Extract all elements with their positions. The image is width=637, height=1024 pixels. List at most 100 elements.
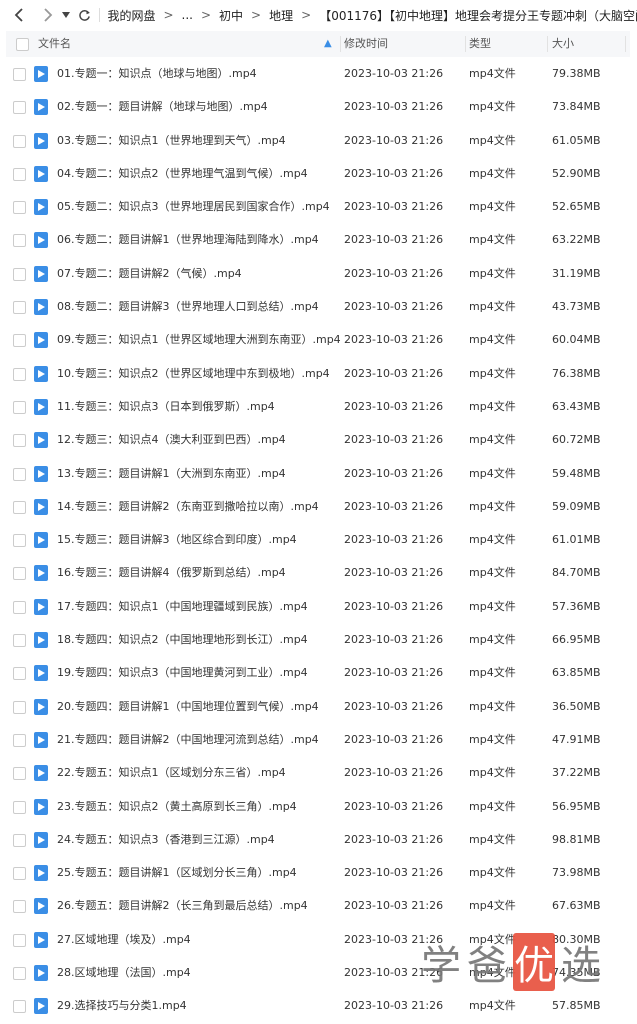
file-name[interactable]: 22.专题五：知识点1（区域划分东三省）.mp4 [57, 756, 286, 789]
file-row[interactable]: 21.专题四：题目讲解2（中国地理河流到总结）.mp4 2023-10-03 21… [6, 723, 630, 756]
file-row[interactable]: 07.专题二：题目讲解2（气候）.mp4 2023-10-03 21:26 mp4文… [6, 257, 630, 290]
file-name[interactable]: 23.专题五：知识点2（黄土高原到长三角）.mp4 [57, 790, 297, 823]
file-row[interactable]: 02.专题一：题目讲解（地球与地图）.mp4 2023-10-03 21:26 mp… [6, 90, 630, 123]
row-checkbox[interactable] [13, 833, 26, 847]
row-checkbox[interactable] [13, 667, 26, 681]
select-all-checkbox[interactable] [16, 38, 29, 51]
file-row[interactable]: 01.专题一：知识点（地球与地图）.mp4 2023-10-03 21:26 mp4… [6, 57, 630, 90]
row-checkbox[interactable] [13, 367, 26, 381]
breadcrumb-ellipsis[interactable]: ... [182, 8, 193, 22]
file-row[interactable]: 25.专题五：题目讲解1（区域划分长三角）.mp4 2023-10-03 21:2… [6, 856, 630, 889]
row-checkbox[interactable] [13, 234, 26, 248]
row-checkbox[interactable] [13, 201, 26, 215]
row-checkbox[interactable] [13, 767, 26, 781]
file-name[interactable]: 18.专题四：知识点2（中国地理地形到长江）.mp4 [57, 623, 308, 656]
column-divider[interactable] [465, 36, 466, 52]
file-row[interactable]: 11.专题三：知识点3（日本到俄罗斯）.mp4 2023-10-03 21:26 m… [6, 390, 630, 423]
file-name[interactable]: 06.专题二：题目讲解1（世界地理海陆到降水）.mp4 [57, 223, 319, 256]
file-name[interactable]: 08.专题二：题目讲解3（世界地理人口到总结）.mp4 [57, 290, 319, 323]
file-name[interactable]: 29.选择技巧与分类1.mp4 [57, 989, 187, 1022]
file-name[interactable]: 04.专题二：知识点2（世界地理气温到气候）.mp4 [57, 157, 308, 190]
file-row[interactable]: 20.专题四：题目讲解1（中国地理位置到气候）.mp4 2023-10-03 21… [6, 690, 630, 723]
file-name[interactable]: 02.专题一：题目讲解（地球与地图）.mp4 [57, 90, 268, 123]
file-row[interactable]: 06.专题二：题目讲解1（世界地理海陆到降水）.mp4 2023-10-03 21… [6, 223, 630, 256]
column-header-modified[interactable]: 修改时间 [344, 31, 388, 57]
row-checkbox[interactable] [13, 101, 26, 115]
file-row[interactable]: 09.专题三：知识点1（世界区域地理大洲到东南亚）.mp4 2023-10-03 … [6, 323, 630, 356]
file-name[interactable]: 20.专题四：题目讲解1（中国地理位置到气候）.mp4 [57, 690, 319, 723]
row-checkbox[interactable] [13, 500, 26, 514]
file-name[interactable]: 01.专题一：知识点（地球与地图）.mp4 [57, 57, 257, 90]
column-header-size[interactable]: 大小 [552, 31, 574, 57]
row-checkbox[interactable] [13, 634, 26, 648]
file-row[interactable]: 04.专题二：知识点2（世界地理气温到气候）.mp4 2023-10-03 21:… [6, 157, 630, 190]
file-name[interactable]: 13.专题三：题目讲解1（大洲到东南亚）.mp4 [57, 457, 286, 490]
file-row[interactable]: 05.专题二：知识点3（世界地理居民到国家合作）.mp4 2023-10-03 2… [6, 190, 630, 223]
file-name[interactable]: 28.区域地理（法国）.mp4 [57, 956, 191, 989]
row-checkbox[interactable] [13, 467, 26, 481]
breadcrumb-root[interactable]: 我的网盘 [107, 7, 155, 24]
file-name[interactable]: 07.专题二：题目讲解2（气候）.mp4 [57, 257, 242, 290]
file-row[interactable]: 17.专题四：知识点1（中国地理疆域到民族）.mp4 2023-10-03 21:… [6, 590, 630, 623]
file-name[interactable]: 09.专题三：知识点1（世界区域地理大洲到东南亚）.mp4 [57, 323, 341, 356]
history-dropdown-button[interactable] [60, 0, 73, 30]
column-divider[interactable] [340, 36, 341, 52]
column-header-name[interactable]: 文件名 [38, 31, 71, 57]
breadcrumb-geography[interactable]: 地理 [269, 7, 293, 24]
file-row[interactable]: 23.专题五：知识点2（黄土高原到长三角）.mp4 2023-10-03 21:2… [6, 790, 630, 823]
row-checkbox[interactable] [13, 567, 26, 581]
column-divider[interactable] [547, 36, 548, 52]
file-row[interactable]: 18.专题四：知识点2（中国地理地形到长江）.mp4 2023-10-03 21:… [6, 623, 630, 656]
file-name[interactable]: 25.专题五：题目讲解1（区域划分长三角）.mp4 [57, 856, 297, 889]
file-name[interactable]: 15.专题三：题目讲解3（地区综合到印度）.mp4 [57, 523, 297, 556]
row-checkbox[interactable] [13, 933, 26, 947]
file-name[interactable]: 17.专题四：知识点1（中国地理疆域到民族）.mp4 [57, 590, 308, 623]
file-name[interactable]: 16.专题三：题目讲解4（俄罗斯到总结）.mp4 [57, 556, 286, 589]
file-name[interactable]: 12.专题三：知识点4（澳大利亚到巴西）.mp4 [57, 423, 286, 456]
file-name[interactable]: 19.专题四：知识点3（中国地理黄河到工业）.mp4 [57, 656, 308, 689]
file-name[interactable]: 26.专题五：题目讲解2（长三角到最后总结）.mp4 [57, 889, 308, 922]
file-row[interactable]: 22.专题五：知识点1（区域划分东三省）.mp4 2023-10-03 21:26… [6, 756, 630, 789]
row-checkbox[interactable] [13, 167, 26, 181]
file-name[interactable]: 27.区域地理（埃及）.mp4 [57, 923, 191, 956]
file-row[interactable]: 08.专题二：题目讲解3（世界地理人口到总结）.mp4 2023-10-03 21… [6, 290, 630, 323]
file-row[interactable]: 03.专题二：知识点1（世界地理到天气）.mp4 2023-10-03 21:26… [6, 124, 630, 157]
row-checkbox[interactable] [13, 800, 26, 814]
file-row[interactable]: 16.专题三：题目讲解4（俄罗斯到总结）.mp4 2023-10-03 21:26… [6, 556, 630, 589]
file-name[interactable]: 05.专题二：知识点3（世界地理居民到国家合作）.mp4 [57, 190, 330, 223]
file-name[interactable]: 03.专题二：知识点1（世界地理到天气）.mp4 [57, 124, 286, 157]
row-checkbox[interactable] [13, 534, 26, 548]
forward-button[interactable] [36, 0, 60, 30]
row-checkbox[interactable] [13, 400, 26, 414]
row-checkbox[interactable] [13, 334, 26, 348]
column-divider[interactable] [625, 36, 626, 52]
file-name[interactable]: 10.专题三：知识点2（世界区域地理中东到极地）.mp4 [57, 357, 330, 390]
file-row[interactable]: 29.选择技巧与分类1.mp4 2023-10-03 21:26 mp4文件 57.8… [6, 989, 630, 1022]
refresh-button[interactable] [74, 0, 94, 30]
file-row[interactable]: 19.专题四：知识点3（中国地理黄河到工业）.mp4 2023-10-03 21:… [6, 656, 630, 689]
row-checkbox[interactable] [13, 967, 26, 981]
file-row[interactable]: 14.专题三：题目讲解2（东南亚到撒哈拉以南）.mp4 2023-10-03 21… [6, 490, 630, 523]
file-name[interactable]: 11.专题三：知识点3（日本到俄罗斯）.mp4 [57, 390, 275, 423]
file-row[interactable]: 15.专题三：题目讲解3（地区综合到印度）.mp4 2023-10-03 21:2… [6, 523, 630, 556]
file-name[interactable]: 21.专题四：题目讲解2（中国地理河流到总结）.mp4 [57, 723, 319, 756]
file-row[interactable]: 12.专题三：知识点4（澳大利亚到巴西）.mp4 2023-10-03 21:26… [6, 423, 630, 456]
row-checkbox[interactable] [13, 68, 26, 81]
sort-up-icon[interactable]: ▲ [324, 31, 332, 57]
row-checkbox[interactable] [13, 301, 26, 315]
row-checkbox[interactable] [13, 700, 26, 714]
file-row[interactable]: 26.专题五：题目讲解2（长三角到最后总结）.mp4 2023-10-03 21:… [6, 889, 630, 922]
row-checkbox[interactable] [13, 900, 26, 914]
row-checkbox[interactable] [13, 733, 26, 747]
file-name[interactable]: 14.专题三：题目讲解2（东南亚到撒哈拉以南）.mp4 [57, 490, 319, 523]
file-row[interactable]: 10.专题三：知识点2（世界区域地理中东到极地）.mp4 2023-10-03 2… [6, 357, 630, 390]
column-header-type[interactable]: 类型 [469, 31, 491, 57]
file-row[interactable]: 13.专题三：题目讲解1（大洲到东南亚）.mp4 2023-10-03 21:26… [6, 457, 630, 490]
row-checkbox[interactable] [13, 1000, 26, 1014]
file-row[interactable]: 24.专题五：知识点3（香港到三江源）.mp4 2023-10-03 21:26 m… [6, 823, 630, 856]
back-button[interactable] [6, 0, 32, 30]
breadcrumb-current-folder[interactable]: 【001176】【初中地理】地理会考提分王专题冲刺（大脑空间） [319, 7, 637, 24]
row-checkbox[interactable] [13, 434, 26, 448]
row-checkbox[interactable] [13, 600, 26, 614]
breadcrumb-junior[interactable]: 初中 [219, 7, 243, 24]
